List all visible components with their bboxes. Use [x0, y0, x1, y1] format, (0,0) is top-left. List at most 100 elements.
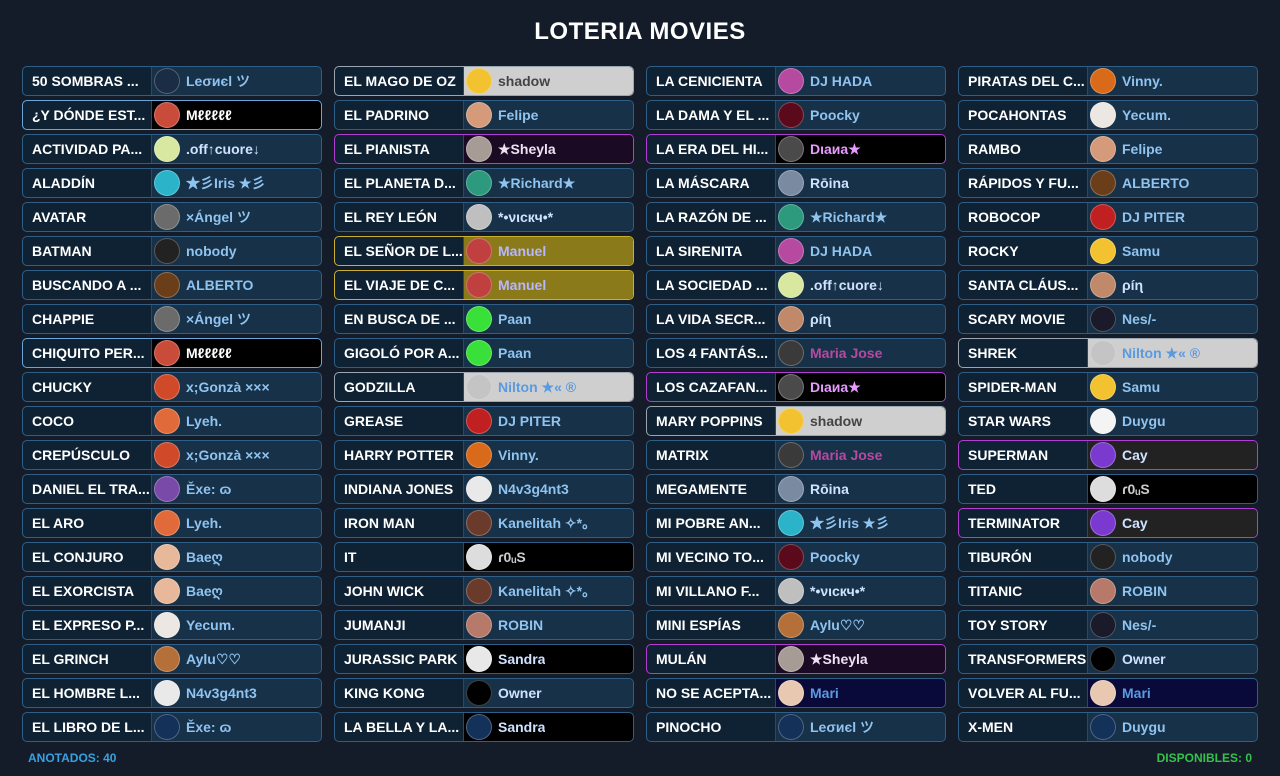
movie-card[interactable]: TERMINATOR Cay — [958, 508, 1258, 538]
movie-card[interactable]: IRON MAN Kanelitah ✧*。 — [334, 508, 634, 538]
movie-card[interactable]: STAR WARS Duygu — [958, 406, 1258, 436]
movie-card[interactable]: JURASSIC PARK Sandra — [334, 644, 634, 674]
movie-card[interactable]: ROCKY Samu — [958, 236, 1258, 266]
movie-card[interactable]: NO SE ACEPTA... Mari — [646, 678, 946, 708]
owner-slot[interactable]: Yecum. — [151, 611, 321, 639]
movie-card[interactable]: RAMBO Felipe — [958, 134, 1258, 164]
owner-slot[interactable]: ROBIN — [463, 611, 633, 639]
movie-card[interactable]: BATMAN nobody — [22, 236, 322, 266]
owner-slot[interactable]: Owner — [463, 679, 633, 707]
owner-slot[interactable]: ×Ángel ツ — [151, 305, 321, 333]
movie-card[interactable]: EL PIANISTA ★Sheyla — [334, 134, 634, 164]
movie-card[interactable]: X-MEN Duygu — [958, 712, 1258, 742]
movie-card[interactable]: GREASE DJ PITER — [334, 406, 634, 436]
movie-card[interactable]: CREPÚSCULO x;Gonzà ××× — [22, 440, 322, 470]
movie-card[interactable]: PINOCHO Leσиєl ツ — [646, 712, 946, 742]
movie-card[interactable]: MEGAMENTE Rōina — [646, 474, 946, 504]
owner-slot[interactable]: Felipe — [1087, 135, 1257, 163]
movie-card[interactable]: LA DAMA Y EL ... Poocky — [646, 100, 946, 130]
movie-card[interactable]: MINI ESPÍAS Aylu♡♡ — [646, 610, 946, 640]
owner-slot[interactable]: Manuel — [463, 271, 633, 299]
owner-slot[interactable]: Duygu — [1087, 713, 1257, 741]
movie-card[interactable]: LA RAZÓN DE ... ★Richard★ — [646, 202, 946, 232]
movie-card[interactable]: EN BUSCA DE ... Paan — [334, 304, 634, 334]
movie-card[interactable]: HARRY POTTER Vinny. — [334, 440, 634, 470]
movie-card[interactable]: GODZILLA Nilton ★« ® — [334, 372, 634, 402]
movie-card[interactable]: EL LIBRO DE L... Ěxe: ɷ — [22, 712, 322, 742]
owner-slot[interactable]: ★Richard★ — [463, 169, 633, 197]
owner-slot[interactable]: Felipe — [463, 101, 633, 129]
movie-card[interactable]: LOS CAZAFAN... Dιaиa★ — [646, 372, 946, 402]
owner-slot[interactable]: Vinny. — [463, 441, 633, 469]
owner-slot[interactable]: Poocky — [775, 543, 945, 571]
movie-card[interactable]: SANTA CLÁUS... ρíɳ — [958, 270, 1258, 300]
owner-slot[interactable]: ɾ0ᵤS — [463, 543, 633, 571]
owner-slot[interactable]: Owner — [1087, 645, 1257, 673]
owner-slot[interactable]: ★彡Iris ★彡 — [151, 169, 321, 197]
owner-slot[interactable]: Baeღ — [151, 577, 321, 605]
movie-card[interactable]: PIRATAS DEL C... Vinny. — [958, 66, 1258, 96]
movie-card[interactable]: LA CENICIENTA DJ HADA — [646, 66, 946, 96]
owner-slot[interactable]: Sandra — [463, 713, 633, 741]
movie-card[interactable]: MI POBRE AN... ★彡Iris ★彡 — [646, 508, 946, 538]
movie-card[interactable]: TRANSFORMERS Owner — [958, 644, 1258, 674]
movie-card[interactable]: LOS 4 FANTÁS... Maria Jose — [646, 338, 946, 368]
owner-slot[interactable]: shadow — [463, 67, 633, 95]
owner-slot[interactable]: Dιaиa★ — [775, 373, 945, 401]
owner-slot[interactable]: Dιaиa★ — [775, 135, 945, 163]
movie-card[interactable]: MULÁN ★Sheyla — [646, 644, 946, 674]
owner-slot[interactable]: Ěxe: ɷ — [151, 475, 321, 503]
owner-slot[interactable]: Aylu♡♡ — [775, 611, 945, 639]
movie-card[interactable]: MI VECINO TO... Poocky — [646, 542, 946, 572]
movie-card[interactable]: EL ARO Lyeh. — [22, 508, 322, 538]
movie-card[interactable]: JUMANJI ROBIN — [334, 610, 634, 640]
movie-card[interactable]: LA BELLA Y LA... Sandra — [334, 712, 634, 742]
owner-slot[interactable]: Yecum. — [1087, 101, 1257, 129]
owner-slot[interactable]: Cay — [1087, 509, 1257, 537]
movie-card[interactable]: INDIANA JONES N4v3g4nt3 — [334, 474, 634, 504]
movie-card[interactable]: MARY POPPINS shadow — [646, 406, 946, 436]
owner-slot[interactable]: DJ HADA — [775, 67, 945, 95]
owner-slot[interactable]: Samu — [1087, 237, 1257, 265]
movie-card[interactable]: ¿Y DÓNDE EST... Mℓℓℓℓℓ — [22, 100, 322, 130]
owner-slot[interactable]: Mℓℓℓℓℓ — [151, 101, 321, 129]
owner-slot[interactable]: Paan — [463, 339, 633, 367]
owner-slot[interactable]: Poocky — [775, 101, 945, 129]
owner-slot[interactable]: Maria Jose — [775, 441, 945, 469]
owner-slot[interactable]: Cay — [1087, 441, 1257, 469]
owner-slot[interactable]: ★Richard★ — [775, 203, 945, 231]
movie-card[interactable]: BUSCANDO A ... ALBERTO — [22, 270, 322, 300]
movie-card[interactable]: EL MAGO DE OZ shadow — [334, 66, 634, 96]
owner-slot[interactable]: shadow — [775, 407, 945, 435]
owner-slot[interactable]: x;Gonzà ××× — [151, 373, 321, 401]
movie-card[interactable]: EL EXPRESO P... Yecum. — [22, 610, 322, 640]
owner-slot[interactable]: x;Gonzà ××× — [151, 441, 321, 469]
movie-card[interactable]: IT ɾ0ᵤS — [334, 542, 634, 572]
owner-slot[interactable]: *•νιcкч•* — [463, 203, 633, 231]
owner-slot[interactable]: .off↑cuore↓ — [775, 271, 945, 299]
owner-slot[interactable]: nobody — [1087, 543, 1257, 571]
owner-slot[interactable]: Leσиєl ツ — [151, 67, 321, 95]
movie-card[interactable]: SPIDER-MAN Samu — [958, 372, 1258, 402]
owner-slot[interactable]: Paan — [463, 305, 633, 333]
owner-slot[interactable]: Mℓℓℓℓℓ — [151, 339, 321, 367]
movie-card[interactable]: VOLVER AL FU... Mari — [958, 678, 1258, 708]
owner-slot[interactable]: Baeღ — [151, 543, 321, 571]
owner-slot[interactable]: Lyeh. — [151, 509, 321, 537]
movie-card[interactable]: EL GRINCH Aylu♡♡ — [22, 644, 322, 674]
owner-slot[interactable]: *•νιcкч•* — [775, 577, 945, 605]
owner-slot[interactable]: ★彡Iris ★彡 — [775, 509, 945, 537]
movie-card[interactable]: LA VIDA SECR... ρíɳ — [646, 304, 946, 334]
owner-slot[interactable]: Sandra — [463, 645, 633, 673]
movie-card[interactable]: LA SOCIEDAD ... .off↑cuore↓ — [646, 270, 946, 300]
movie-card[interactable]: TOY STORY Nes/- — [958, 610, 1258, 640]
movie-card[interactable]: MATRIX Maria Jose — [646, 440, 946, 470]
owner-slot[interactable]: Ěxe: ɷ — [151, 713, 321, 741]
owner-slot[interactable]: Vinny. — [1087, 67, 1257, 95]
owner-slot[interactable]: Maria Jose — [775, 339, 945, 367]
owner-slot[interactable]: .off↑cuore↓ — [151, 135, 321, 163]
movie-card[interactable]: ROBOCOP DJ PITER — [958, 202, 1258, 232]
owner-slot[interactable]: ×Ángel ツ — [151, 203, 321, 231]
movie-card[interactable]: CHIQUITO PER... Mℓℓℓℓℓ — [22, 338, 322, 368]
owner-slot[interactable]: ρíɳ — [1087, 271, 1257, 299]
